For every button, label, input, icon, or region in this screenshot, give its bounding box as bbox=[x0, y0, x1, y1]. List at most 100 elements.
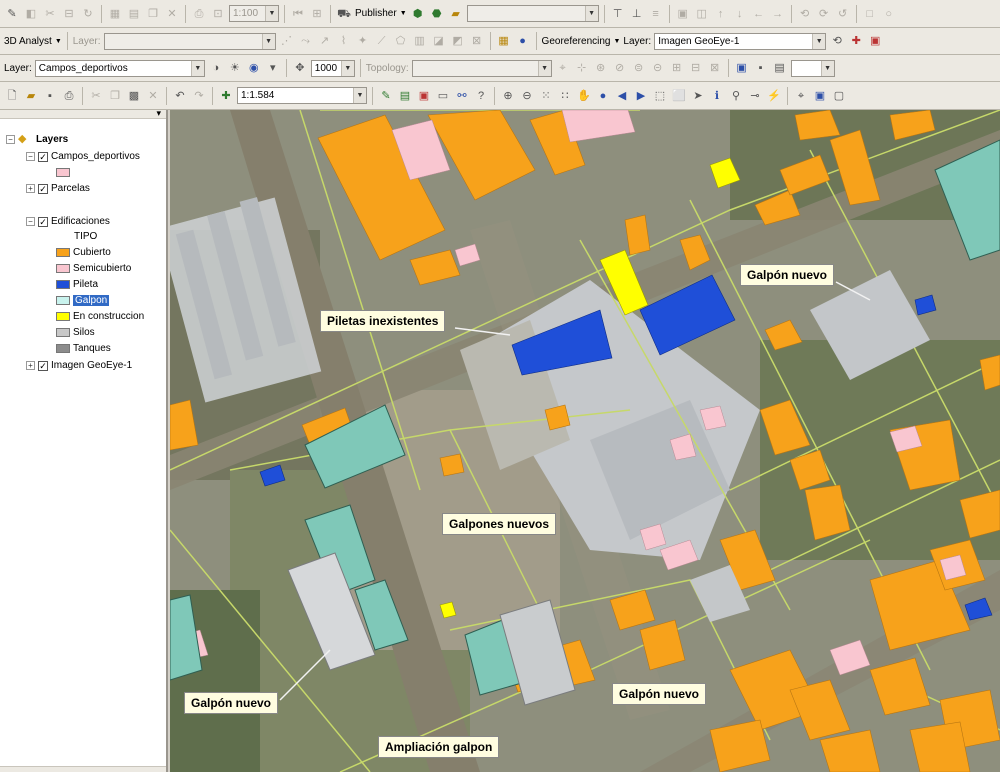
validate-area-icon[interactable]: ⊝ bbox=[650, 60, 666, 76]
open-folder-icon[interactable]: ▰ bbox=[448, 6, 464, 22]
select-features-icon[interactable]: ⬚ bbox=[652, 88, 668, 104]
align-bottom-icon[interactable]: ⊥ bbox=[629, 6, 645, 22]
pin-icon[interactable]: ▾ bbox=[156, 110, 161, 119]
contrast-icon[interactable]: ◑ bbox=[208, 60, 224, 76]
map-view[interactable]: Piletas inexistentes Galpón nuevo Galpon… bbox=[170, 110, 1000, 772]
3d-analyst-menu[interactable]: 3D Analyst ▼ bbox=[4, 36, 62, 47]
georeferencing-menu[interactable]: Georeferencing ▼ bbox=[542, 36, 621, 47]
topology-edit-icon[interactable]: ⌖ bbox=[555, 60, 571, 76]
steepest-path-icon[interactable]: ⤳ bbox=[298, 33, 314, 49]
undo-icon[interactable]: ⟲ bbox=[797, 6, 813, 22]
frame-icon[interactable]: □ bbox=[862, 6, 878, 22]
redo-tool-icon[interactable]: ↷ bbox=[191, 88, 207, 104]
add-control-points-icon[interactable]: ✚ bbox=[848, 33, 864, 49]
ungroup-icon[interactable]: ◫ bbox=[694, 6, 710, 22]
back-extent-icon[interactable]: ◀ bbox=[614, 88, 630, 104]
move-down-icon[interactable]: ↓ bbox=[732, 6, 748, 22]
interpolate-polygon-icon[interactable]: ⬠ bbox=[393, 33, 409, 49]
save-icon[interactable]: ▪ bbox=[42, 88, 58, 104]
flicker-icon[interactable]: ▾ bbox=[265, 60, 281, 76]
print-tool-icon[interactable]: ⎙ bbox=[61, 88, 77, 104]
fixed-zoom-in-icon[interactable]: ⁙ bbox=[538, 88, 554, 104]
collapse-icon[interactable]: − bbox=[26, 217, 35, 226]
box-icon[interactable]: ⊠ bbox=[469, 33, 485, 49]
toc-icon[interactable]: ▤ bbox=[397, 88, 413, 104]
graph-icon[interactable]: ▥ bbox=[412, 33, 428, 49]
profile-icon[interactable]: ⌇ bbox=[336, 33, 352, 49]
first-page-icon[interactable]: ⏮ bbox=[290, 6, 306, 22]
catalog-icon[interactable]: ▦ bbox=[496, 33, 512, 49]
toc-row-layers[interactable]: − ◆ Layers bbox=[6, 132, 68, 147]
square-tool-icon[interactable]: ▪ bbox=[753, 60, 769, 76]
arcglobe-icon[interactable]: ◩ bbox=[450, 33, 466, 49]
map-window-icon[interactable]: ▣ bbox=[734, 60, 750, 76]
open-icon[interactable]: ▰ bbox=[23, 88, 39, 104]
interpolate-point-icon[interactable]: ✦ bbox=[355, 33, 371, 49]
group-icon[interactable]: ▣ bbox=[675, 6, 691, 22]
time-slider-icon[interactable]: ▣ bbox=[812, 88, 828, 104]
tool-dropdown[interactable]: ▼ bbox=[790, 59, 835, 77]
effects-layer-dropdown[interactable]: Campos_deportivos ▼ bbox=[34, 59, 205, 77]
zoom-page-icon[interactable]: ⊡ bbox=[210, 6, 226, 22]
cut-polygon-icon[interactable]: ✂ bbox=[42, 6, 58, 22]
validate-extent-icon[interactable]: ⊞ bbox=[669, 60, 685, 76]
cut-icon[interactable]: ✂ bbox=[88, 88, 104, 104]
error-inspector-icon[interactable]: ⊜ bbox=[631, 60, 647, 76]
layer-visibility-checkbox[interactable]: ✓ bbox=[38, 183, 48, 194]
flicker-rate-input[interactable]: 1000 ▼ bbox=[310, 59, 355, 77]
layer-properties-icon[interactable]: ⬣ bbox=[429, 6, 445, 22]
collapse-icon[interactable]: − bbox=[6, 135, 15, 144]
toc-layer-imagen[interactable]: + ✓ Imagen GeoEye-1 bbox=[26, 358, 132, 373]
move-up-icon[interactable]: ↑ bbox=[713, 6, 729, 22]
distribute-icon[interactable]: ≡ bbox=[648, 6, 664, 22]
arcscene-icon[interactable]: ◪ bbox=[431, 33, 447, 49]
paste-icon[interactable]: ▩ bbox=[126, 88, 142, 104]
fix-error-icon[interactable]: ⊘ bbox=[612, 60, 628, 76]
publish-map-icon[interactable]: ⬢ bbox=[410, 6, 426, 22]
transparency-icon[interactable]: ✥ bbox=[292, 60, 308, 76]
clear-selection-icon[interactable]: ⬜ bbox=[671, 88, 687, 104]
page-scale-dropdown[interactable]: 1:100 ▼ bbox=[229, 5, 279, 22]
toc-layer-parcelas[interactable]: + ✓ Parcelas bbox=[26, 181, 90, 196]
contour-icon[interactable]: ⋰ bbox=[279, 33, 295, 49]
measure-icon[interactable]: ⊸ bbox=[747, 88, 763, 104]
expand-icon[interactable]: + bbox=[26, 361, 35, 370]
pan-icon[interactable]: ✋ bbox=[576, 88, 592, 104]
interpolate-line-icon[interactable]: ⟋ bbox=[374, 33, 390, 49]
command-line-icon[interactable]: ▭ bbox=[435, 88, 451, 104]
rotate-tool-icon[interactable]: ⟲ bbox=[829, 33, 845, 49]
undo-tool-icon[interactable]: ↶ bbox=[172, 88, 188, 104]
georef-layer-dropdown[interactable]: Imagen GeoEye-1 ▼ bbox=[654, 32, 827, 50]
delete-tool-icon[interactable]: ✕ bbox=[145, 88, 161, 104]
expand-icon[interactable]: + bbox=[26, 184, 35, 193]
shared-features-icon[interactable]: ⊟ bbox=[688, 60, 704, 76]
zoom-out-icon[interactable]: ⊖ bbox=[519, 88, 535, 104]
topology-dropdown[interactable]: ▼ bbox=[411, 59, 552, 77]
edit-vertices-icon[interactable]: ✎ bbox=[4, 6, 20, 22]
hyperlink-icon[interactable]: ⚡ bbox=[766, 88, 782, 104]
rotate-icon[interactable]: ↻ bbox=[80, 6, 96, 22]
circle-frame-icon[interactable]: ○ bbox=[881, 6, 897, 22]
globe-icon[interactable]: ● bbox=[515, 33, 531, 49]
delete-icon[interactable]: ✕ bbox=[164, 6, 180, 22]
print-icon[interactable]: ⎙ bbox=[191, 6, 207, 22]
move-right-icon[interactable]: → bbox=[770, 6, 786, 22]
move-left-icon[interactable]: ← bbox=[751, 6, 767, 22]
publisher-menu[interactable]: Publisher ▼ bbox=[355, 8, 407, 19]
arctoolbox-icon[interactable]: ▣ bbox=[416, 88, 432, 104]
toc-layer-campos[interactable]: − ✓ Campos_deportivos bbox=[26, 149, 140, 164]
line-icon[interactable]: ⊠ bbox=[707, 60, 723, 76]
collapse-icon[interactable]: − bbox=[26, 152, 35, 161]
go-to-xy-icon[interactable]: ⌖ bbox=[793, 88, 809, 104]
table-icon[interactable]: ▤ bbox=[126, 6, 142, 22]
full-extent-icon[interactable]: ● bbox=[595, 88, 611, 104]
layer-visibility-checkbox[interactable]: ✓ bbox=[38, 151, 48, 162]
legend-item[interactable]: Galpon bbox=[56, 293, 110, 308]
copy-icon[interactable]: ❐ bbox=[145, 6, 161, 22]
split-icon[interactable]: ⊟ bbox=[61, 6, 77, 22]
validate-icon[interactable]: ⊛ bbox=[593, 60, 609, 76]
reshape-icon[interactable]: ◧ bbox=[23, 6, 39, 22]
find-icon[interactable]: ⚲ bbox=[728, 88, 744, 104]
viewer-icon[interactable]: ▢ bbox=[831, 88, 847, 104]
view-link-table-icon[interactable]: ▣ bbox=[867, 33, 883, 49]
